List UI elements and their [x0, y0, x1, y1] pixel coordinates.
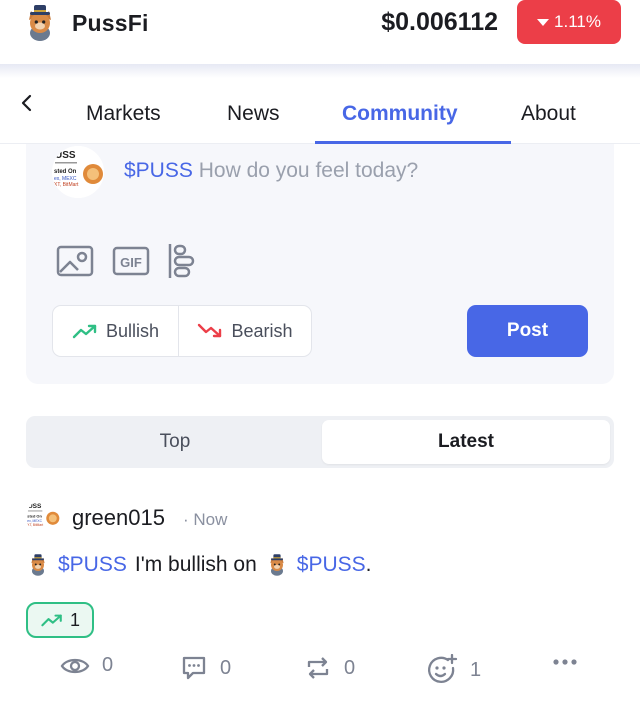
post-ticker-link[interactable]: $PUSS	[297, 553, 366, 577]
post-text-end: .	[365, 553, 372, 576]
svg-text:GIF: GIF	[120, 255, 142, 270]
bullish-count: 1	[69, 609, 80, 630]
post-content: $PUSS I'm bullish on $PUSS .	[26, 550, 372, 580]
sentiment-selector: Bullish Bearish	[52, 305, 312, 357]
gif-icon[interactable]: GIF	[112, 244, 150, 283]
bearish-label: Bearish	[231, 320, 293, 341]
bearish-button[interactable]: Bearish	[179, 306, 311, 356]
post-avatar[interactable]	[26, 500, 60, 534]
caret-down-icon	[537, 18, 550, 26]
pussfi-logo	[20, 3, 60, 43]
views-action[interactable]: 0	[60, 654, 113, 677]
token-price: $0.006112	[381, 8, 498, 36]
top-bar: PussFi $0.006112 1.11%	[0, 0, 640, 68]
price-change-badge[interactable]: 1.11%	[517, 0, 621, 44]
post-ticker-link[interactable]: $PUSS	[58, 553, 127, 577]
comment-action[interactable]: 0	[180, 654, 231, 682]
poll-icon[interactable]	[166, 242, 198, 285]
reaction-action[interactable]: 1	[426, 654, 481, 686]
repost-icon	[307, 657, 329, 679]
feed-sort-control: Top Latest	[26, 416, 614, 468]
repost-action[interactable]: 0	[304, 654, 355, 682]
tab-bar: Markets News Community About	[0, 78, 640, 144]
comment-icon	[182, 656, 206, 680]
header-shadow	[0, 64, 640, 78]
post-username[interactable]: green015	[72, 505, 165, 531]
comments-count: 0	[220, 656, 232, 679]
reactions-count: 1	[470, 658, 482, 681]
ellipsis-icon	[553, 659, 577, 665]
back-button[interactable]	[14, 90, 40, 116]
composer-ticker: $PUSS	[124, 159, 193, 182]
tab-about[interactable]: About	[521, 102, 576, 126]
add-reaction-icon	[428, 654, 458, 683]
composer-placeholder: How do you feel today?	[198, 159, 419, 182]
image-icon[interactable]	[56, 244, 94, 283]
bullish-label: Bullish	[105, 320, 160, 341]
bullish-tag[interactable]: 1	[26, 602, 94, 638]
trend-up-icon	[41, 614, 62, 627]
puss-token-icon	[265, 553, 289, 577]
bullish-button[interactable]: Bullish	[53, 306, 179, 356]
eye-icon	[60, 658, 90, 673]
app-title: PussFi	[72, 10, 149, 36]
trend-up-icon	[72, 324, 97, 339]
post-text: I'm bullish on	[134, 553, 257, 576]
chevron-left-icon	[21, 94, 32, 112]
tab-markets[interactable]: Markets	[86, 102, 161, 126]
tab-community[interactable]: Community	[342, 102, 458, 126]
post-timestamp: · Now	[183, 510, 228, 529]
views-count: 0	[102, 654, 114, 676]
feed-tab-latest[interactable]: Latest	[322, 420, 610, 464]
more-options-button[interactable]	[552, 658, 578, 666]
reposts-count: 0	[344, 656, 356, 679]
composer-input[interactable]: $PUSS How do you feel today?	[124, 159, 418, 183]
post-composer: $PUSS How do you feel today? GIF Bullish…	[26, 144, 614, 384]
tab-news[interactable]: News	[227, 102, 280, 126]
puss-token-icon	[26, 553, 50, 577]
avatar	[52, 146, 104, 198]
price-change-value: 1.11%	[554, 12, 601, 31]
post-button[interactable]: Post	[467, 305, 588, 357]
feed-tab-top[interactable]: Top	[30, 420, 320, 464]
trend-down-icon	[198, 323, 222, 338]
